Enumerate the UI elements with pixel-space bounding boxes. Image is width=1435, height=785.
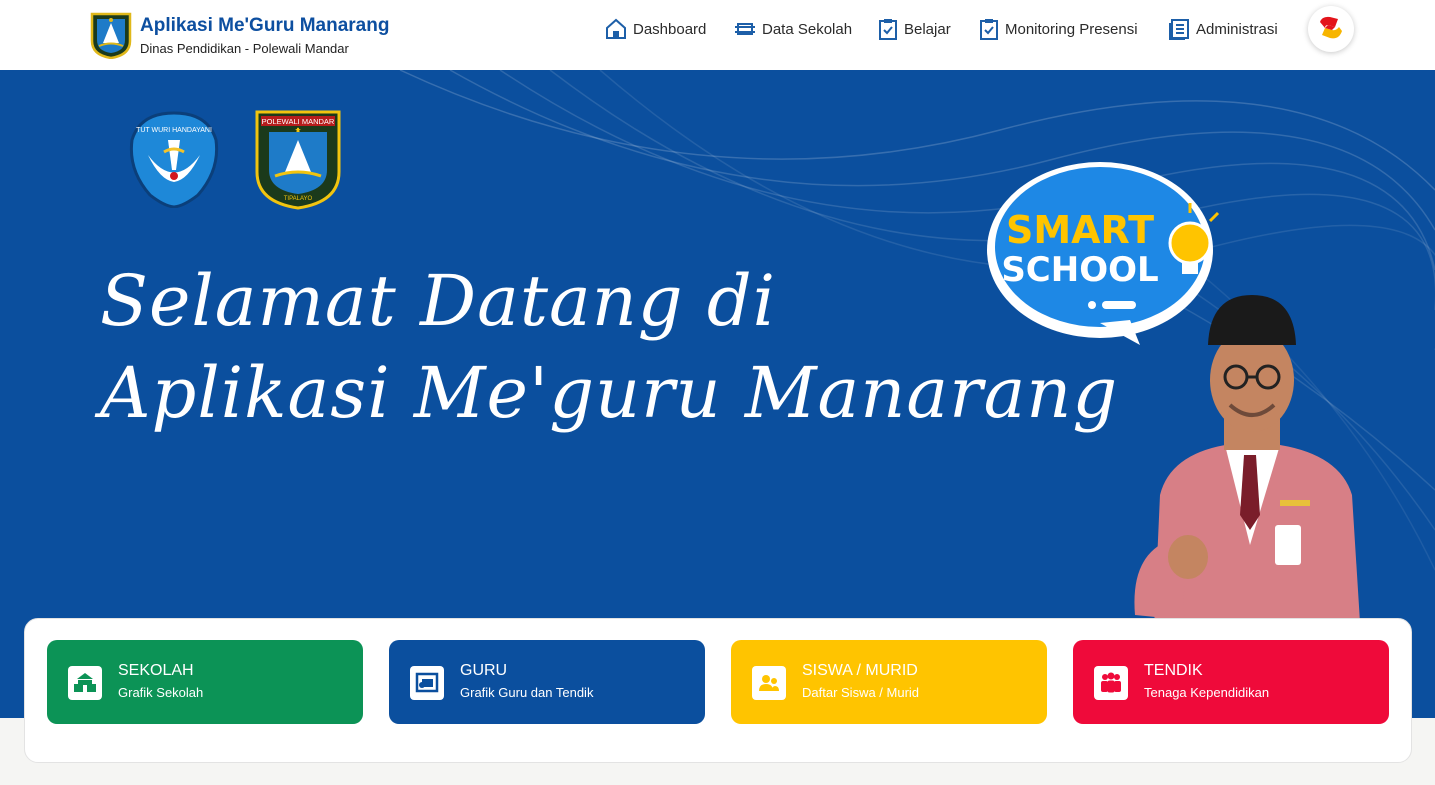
home-icon xyxy=(606,18,626,39)
hero-title-line-2: Aplikasi Me'guru Manarang xyxy=(100,352,1119,434)
card-siswa-subtitle: Daftar Siswa / Murid xyxy=(802,685,920,700)
nav-administrasi[interactable]: Administrasi xyxy=(1168,17,1278,41)
nav-monitoring-presensi-label: Monitoring Presensi xyxy=(1005,20,1138,38)
tut-wuri-handayani-logo: TUT WURI HANDAYANI xyxy=(129,111,219,208)
card-siswa[interactable]: SISWA / MURID Daftar Siswa / Murid xyxy=(731,640,1047,724)
hero-title-line-1: Selamat Datang di xyxy=(100,260,777,342)
teacher-board-icon xyxy=(410,666,444,700)
app-subtitle: Dinas Pendidikan - Polewali Mandar xyxy=(140,41,349,56)
app-logo-icon xyxy=(1320,16,1342,39)
card-tendik-subtitle: Tenaga Kependidikan xyxy=(1144,685,1270,700)
user-avatar[interactable] xyxy=(1308,6,1354,52)
app-title[interactable]: Aplikasi Me'Guru Manarang xyxy=(140,15,389,37)
logo-region-text: POLEWALI MANDAR xyxy=(262,117,335,126)
polewali-mandar-emblem-icon[interactable] xyxy=(89,11,133,59)
polewali-mandar-logo: POLEWALI MANDAR TIPALAYO xyxy=(255,110,341,210)
nav-administrasi-label: Administrasi xyxy=(1196,20,1278,38)
nav-belajar[interactable]: Belajar xyxy=(878,17,951,41)
nav-monitoring-presensi[interactable]: Monitoring Presensi xyxy=(979,17,1138,41)
nav-data-sekolah-label: Data Sekolah xyxy=(762,20,853,38)
nav-belajar-label: Belajar xyxy=(904,20,951,38)
top-navbar: Aplikasi Me'Guru Manarang Dinas Pendidik… xyxy=(0,0,1435,70)
card-guru-title: GURU xyxy=(460,662,508,679)
nav-dashboard[interactable]: Dashboard xyxy=(605,17,706,41)
logo-motto-text: TUT WURI HANDAYANI xyxy=(136,127,212,134)
card-tendik[interactable]: TENDIK Tenaga Kependidikan xyxy=(1073,640,1389,724)
group-icon xyxy=(1094,666,1128,700)
nav-dashboard-label: Dashboard xyxy=(633,20,707,38)
logo-motto-text: TIPALAYO xyxy=(284,196,313,202)
users-icon xyxy=(752,666,786,700)
building-icon xyxy=(735,23,755,35)
card-sekolah-subtitle: Grafik Sekolah xyxy=(118,685,204,700)
card-guru[interactable]: GURU Grafik Guru dan Tendik xyxy=(389,640,705,724)
card-sekolah[interactable]: SEKOLAH Grafik Sekolah xyxy=(47,640,363,724)
document-list-icon xyxy=(1169,19,1189,40)
card-sekolah-title: SEKOLAH xyxy=(118,662,194,679)
clipboard-check-icon xyxy=(980,19,998,40)
school-icon xyxy=(68,666,102,700)
clipboard-check-icon xyxy=(879,19,897,40)
card-siswa-title: SISWA / MURID xyxy=(802,662,918,679)
badge-smart-text: SMART xyxy=(1006,208,1154,252)
nav-data-sekolah[interactable]: Data Sekolah xyxy=(734,17,852,41)
card-guru-subtitle: Grafik Guru dan Tendik xyxy=(460,685,594,700)
card-tendik-title: TENDIK xyxy=(1144,662,1203,679)
badge-school-text: SCHOOL xyxy=(1001,250,1158,290)
